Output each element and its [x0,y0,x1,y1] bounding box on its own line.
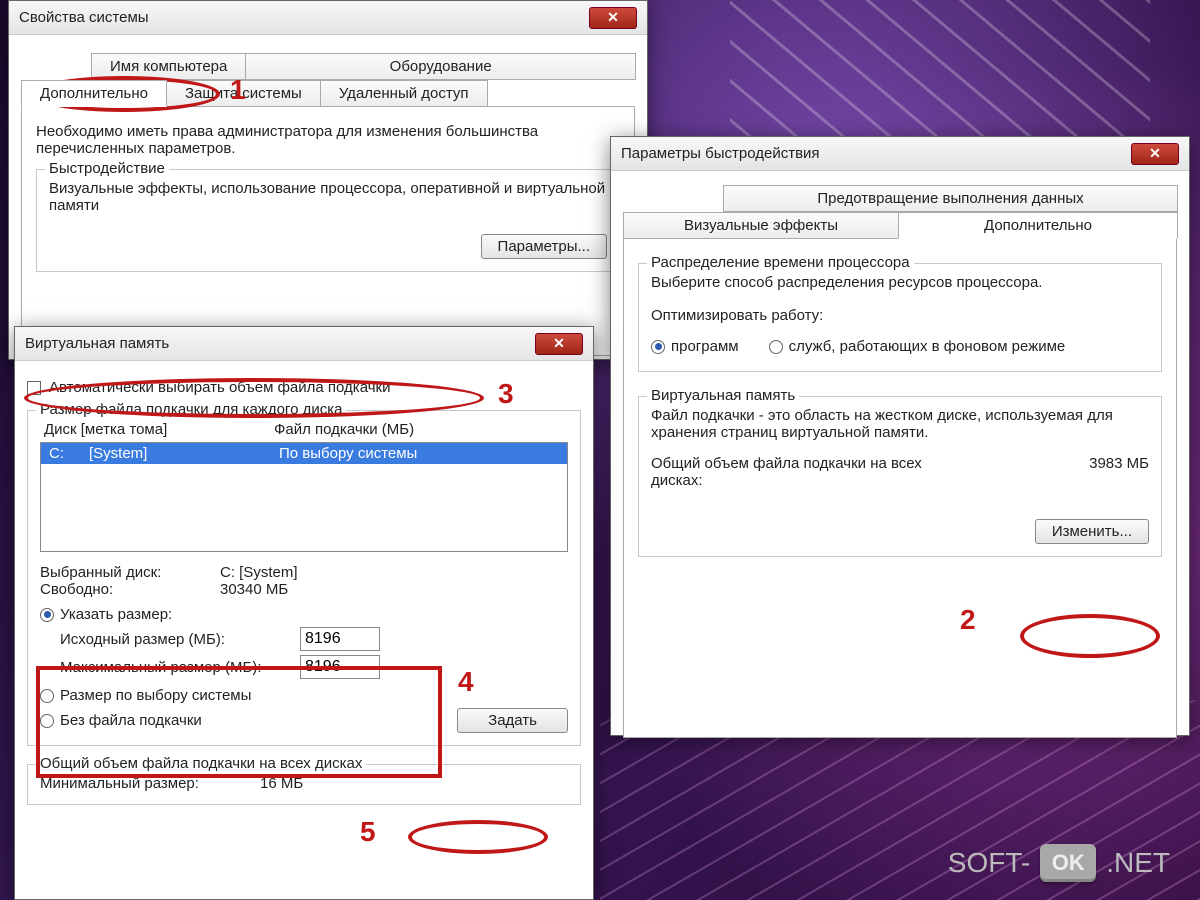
free-space-label: Свободно: [40,581,220,598]
group-title: Общий объем файла подкачки на всех диска… [36,755,366,772]
cpu-scheduling-group: Распределение времени процессора Выберит… [638,263,1162,372]
vm-desc: Файл подкачки - это область на жестком д… [651,407,1149,441]
drive-list[interactable]: C: [System] По выбору системы [40,442,568,552]
admin-note: Необходимо иметь права администратора дл… [36,123,620,157]
close-icon: ✕ [607,9,619,26]
optimize-label: Оптимизировать работу: [651,307,1149,324]
performance-options-window: Параметры быстродействия ✕ Предотвращени… [610,136,1190,736]
min-size-label: Минимальный размер: [40,775,260,792]
set-button[interactable]: Задать [457,708,568,733]
max-size-input[interactable] [300,655,380,679]
titlebar[interactable]: Виртуальная память ✕ [15,327,593,361]
tab-visual-effects[interactable]: Визуальные эффекты [623,212,899,239]
group-title: Быстродействие [45,160,169,177]
group-title: Размер файла подкачки для каждого диска [36,401,346,418]
free-space-value: 30340 МБ [220,581,288,598]
change-button[interactable]: Изменить... [1035,519,1149,544]
close-icon: ✕ [1149,145,1161,162]
checkbox-indicator-icon [27,381,41,395]
radio-no-paging[interactable]: Без файла подкачки [40,712,457,729]
system-properties-window: Свойства системы ✕ Имя компьютера Оборуд… [8,0,648,360]
max-size-label: Максимальный размер (МБ): [60,659,300,676]
tab-advanced[interactable]: Дополнительно [21,80,167,107]
radio-indicator-icon [651,340,665,354]
radio-indicator-icon [40,608,54,622]
window-title: Свойства системы [19,9,149,26]
selected-drive-label: Выбранный диск: [40,564,220,581]
titlebar[interactable]: Свойства системы ✕ [9,1,647,35]
window-title: Виртуальная память [25,335,169,352]
close-button[interactable]: ✕ [1131,143,1179,165]
virtual-memory-group: Виртуальная память Файл подкачки - это о… [638,396,1162,557]
window-title: Параметры быстродействия [621,145,820,162]
tab-advanced[interactable]: Дополнительно [898,212,1178,239]
tab-computer-name[interactable]: Имя компьютера [91,53,246,80]
group-title: Распределение времени процессора [647,254,914,271]
ok-badge-icon: OK [1040,844,1096,882]
initial-size-input[interactable] [300,627,380,651]
watermark: SOFT- OK .NET [948,844,1170,882]
cpu-desc: Выберите способ распределения ресурсов п… [651,274,1149,291]
radio-indicator-icon [40,689,54,703]
radio-programs[interactable]: программ [651,338,739,355]
close-button[interactable]: ✕ [589,7,637,29]
vm-total-label: Общий объем файла подкачки на всех диска… [651,455,971,489]
radio-services[interactable]: служб, работающих в фоновом режиме [769,338,1066,355]
titlebar[interactable]: Параметры быстродействия ✕ [611,137,1189,171]
list-header-file: Файл подкачки (МБ) [274,421,564,438]
close-icon: ✕ [553,335,565,352]
tab-hardware[interactable]: Оборудование [245,53,636,80]
radio-custom-size[interactable]: Указать размер: [40,606,568,623]
group-title: Виртуальная память [647,387,799,404]
tab-system-protection[interactable]: Защита системы [166,80,321,107]
performance-desc: Визуальные эффекты, использование процес… [49,180,607,214]
initial-size-label: Исходный размер (МБ): [60,631,300,648]
performance-params-button[interactable]: Параметры... [481,234,607,259]
tab-dep[interactable]: Предотвращение выполнения данных [723,185,1178,212]
drive-size-group: Размер файла подкачки для каждого диска … [27,410,581,746]
virtual-memory-window: Виртуальная память ✕ Автоматически выбир… [14,326,594,900]
tab-remote[interactable]: Удаленный доступ [320,80,488,107]
list-header-drive: Диск [метка тома] [44,421,274,438]
auto-manage-checkbox[interactable]: Автоматически выбирать объем файла подка… [27,379,581,396]
performance-group: Быстродействие Визуальные эффекты, испол… [36,169,620,272]
radio-indicator-icon [769,340,783,354]
radio-system-managed[interactable]: Размер по выбору системы [40,687,568,704]
min-size-value: 16 МБ [260,775,303,792]
radio-indicator-icon [40,714,54,728]
close-button[interactable]: ✕ [535,333,583,355]
vm-total-value: 3983 МБ [1089,455,1149,489]
list-item[interactable]: C: [System] По выбору системы [41,443,567,464]
selected-drive-value: C: [System] [220,564,298,581]
total-size-group: Общий объем файла подкачки на всех диска… [27,764,581,805]
